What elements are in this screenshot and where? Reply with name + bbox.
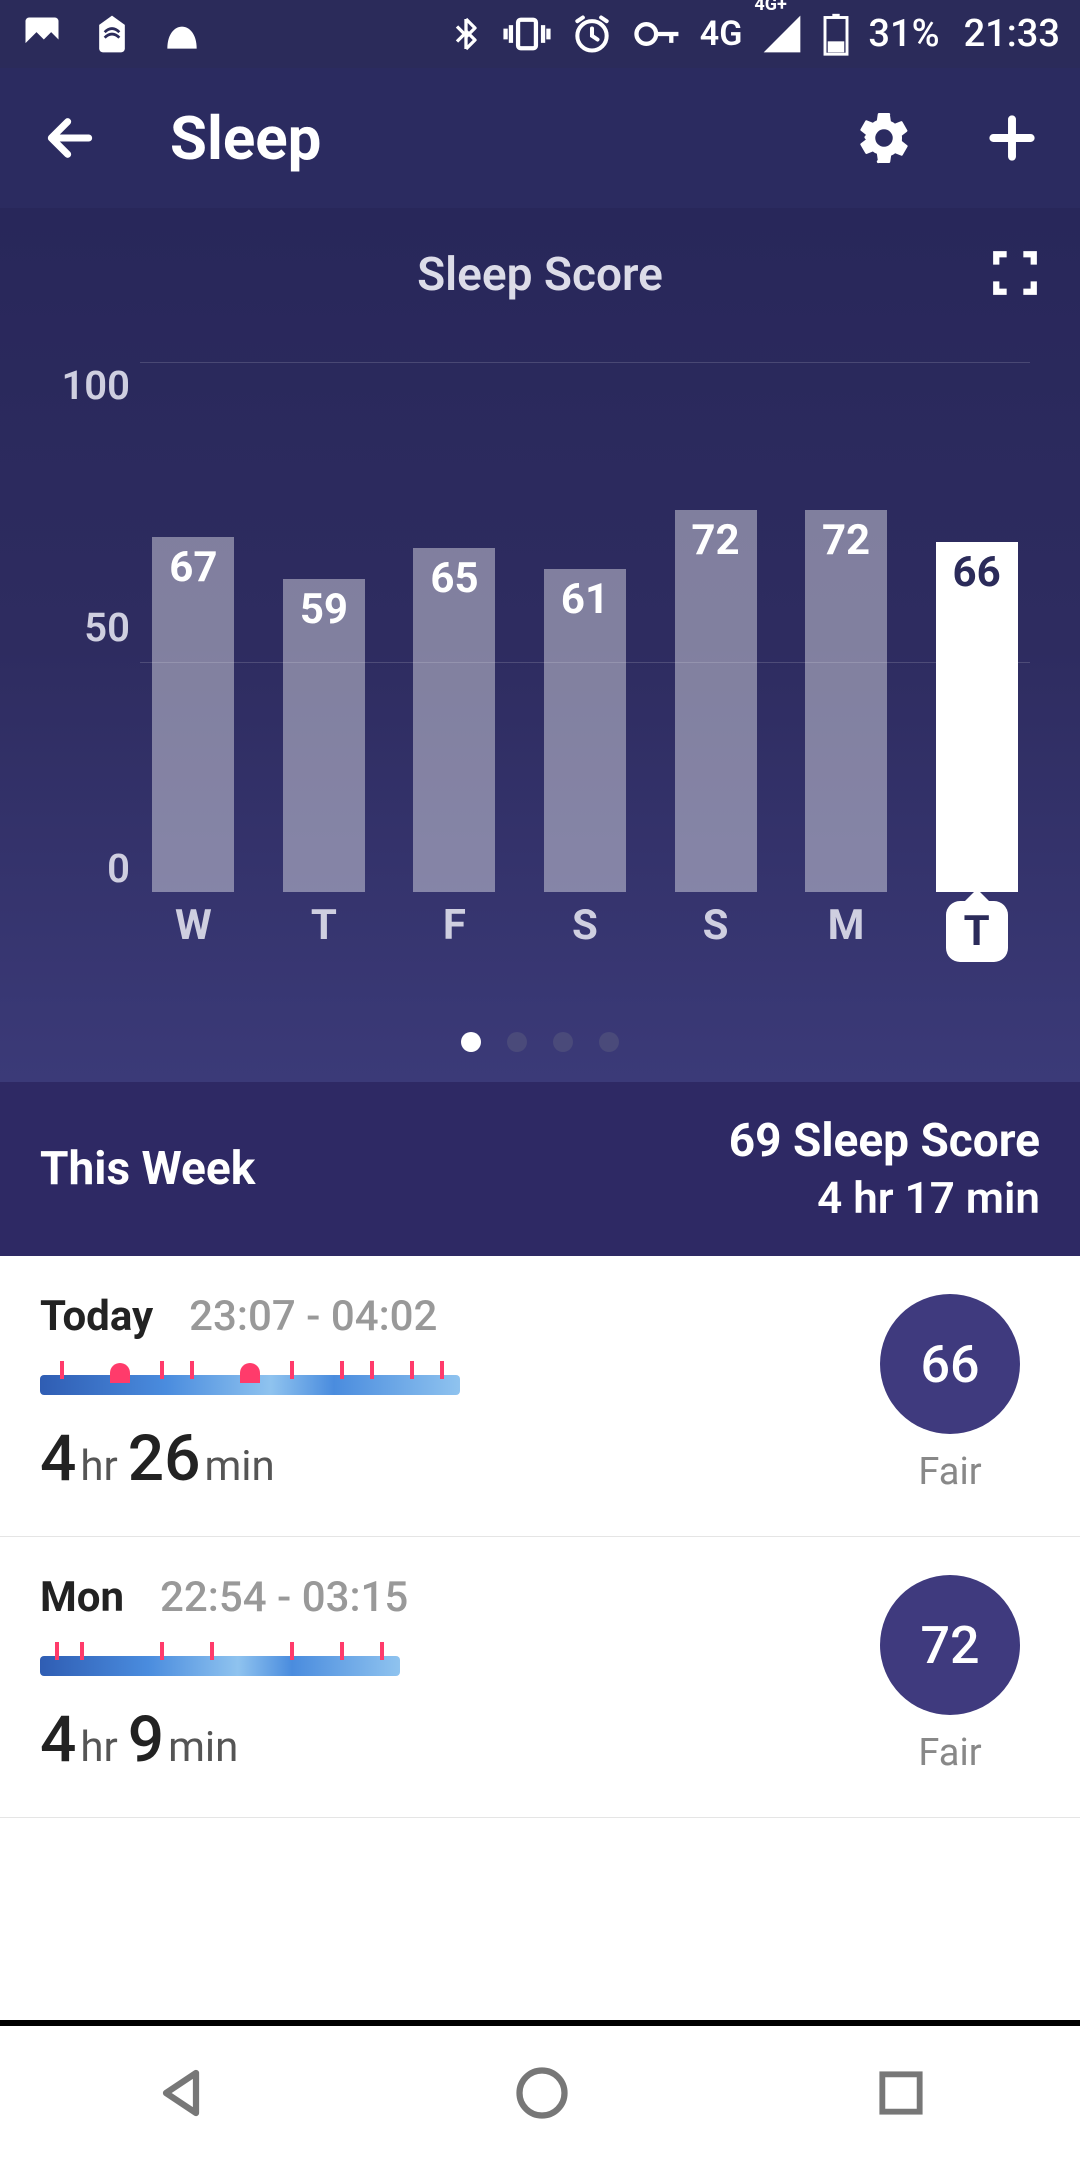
settings-button[interactable] (854, 108, 914, 168)
chart-section: Sleep Score 100 50 0 67596561727266 WTFS… (0, 208, 1080, 1082)
sleep-list-item[interactable]: Mon 22:54 - 03:15 4hr 9min 72 Fair (0, 1537, 1080, 1818)
x-label: S (662, 901, 769, 962)
y-tick: 50 (30, 604, 130, 651)
bar-value: 72 (805, 516, 887, 565)
bar-value: 67 (152, 543, 234, 592)
chart-bar[interactable]: 72 (675, 510, 757, 892)
vpn-icon (160, 12, 204, 56)
chart-bar[interactable]: 67 (152, 537, 234, 892)
y-tick: 0 (30, 845, 130, 892)
chart-title: Sleep Score (417, 248, 663, 302)
clock-time: 21:33 (964, 12, 1060, 56)
score-rating: Fair (918, 1731, 981, 1775)
bar-value: 66 (936, 548, 1018, 597)
pager-dot[interactable] (599, 1032, 619, 1052)
signal-icon: 4G+ (760, 12, 804, 56)
sleep-duration: 4hr 26min (40, 1421, 860, 1496)
week-summary: This Week 69 Sleep Score 4 hr 17 min (0, 1082, 1080, 1256)
sleep-duration: 4hr 9min (40, 1702, 860, 1777)
sleep-log-list: Today 23:07 - 04:02 4hr 26min (0, 1256, 1080, 2020)
bar-value: 61 (544, 575, 626, 624)
summary-label: This Week (40, 1142, 255, 1196)
sleep-stages-graph (40, 1361, 460, 1395)
pager-dot[interactable] (507, 1032, 527, 1052)
back-button[interactable] (40, 108, 100, 168)
bar-value: 59 (283, 585, 365, 634)
summary-duration: 4 hr 17 min (729, 1172, 1040, 1224)
chart-bar[interactable]: 72 (805, 510, 887, 892)
sleep-score-chart[interactable]: 100 50 0 67596561727266 WTFSSMT (30, 362, 1050, 962)
add-button[interactable] (984, 110, 1040, 166)
pager-dot[interactable] (553, 1032, 573, 1052)
x-label: W (140, 901, 247, 962)
vibrate-icon (502, 12, 552, 56)
item-time-range: 23:07 - 04:02 (189, 1292, 437, 1341)
network-label: 4G (700, 14, 743, 54)
bar-value: 65 (413, 554, 495, 603)
x-label: S (532, 901, 639, 962)
key-icon (632, 12, 682, 56)
app-header: Sleep (0, 68, 1080, 208)
x-label: F (401, 901, 508, 962)
score-rating: Fair (918, 1450, 981, 1494)
nav-back-button[interactable] (151, 2063, 211, 2123)
bluetooth-icon (448, 12, 484, 56)
chart-bar[interactable]: 59 (283, 579, 365, 892)
alarm-icon (570, 12, 614, 56)
image-icon (20, 12, 64, 56)
score-badge: 66 (880, 1294, 1020, 1434)
y-tick: 100 (30, 362, 130, 409)
pager-dot[interactable] (461, 1032, 481, 1052)
sleep-stages-graph (40, 1642, 460, 1676)
tag-icon (90, 12, 134, 56)
battery-percent: 31% (868, 12, 939, 56)
chart-bar[interactable]: 66 (936, 542, 1018, 892)
sleep-list-item[interactable]: Today 23:07 - 04:02 4hr 26min (0, 1256, 1080, 1537)
chart-bar[interactable]: 65 (413, 548, 495, 893)
nav-recent-button[interactable] (873, 2065, 929, 2121)
system-nav-bar (0, 2020, 1080, 2160)
status-bar: 4G 4G+ 31% 21:33 (0, 0, 1080, 68)
x-label: T (271, 901, 378, 962)
chart-bar[interactable]: 61 (544, 569, 626, 892)
page-title: Sleep (170, 103, 854, 174)
x-label: T (946, 901, 1008, 962)
pager-dots[interactable] (30, 1032, 1050, 1052)
battery-icon (822, 12, 850, 56)
item-time-range: 22:54 - 03:15 (160, 1573, 408, 1622)
summary-score: 69 Sleep Score (729, 1114, 1040, 1168)
score-badge: 72 (880, 1575, 1020, 1715)
item-day: Today (40, 1292, 153, 1341)
expand-button[interactable] (990, 248, 1040, 302)
x-label: M (793, 901, 900, 962)
nav-home-button[interactable] (512, 2063, 572, 2123)
item-day: Mon (40, 1573, 124, 1622)
bar-value: 72 (675, 516, 757, 565)
